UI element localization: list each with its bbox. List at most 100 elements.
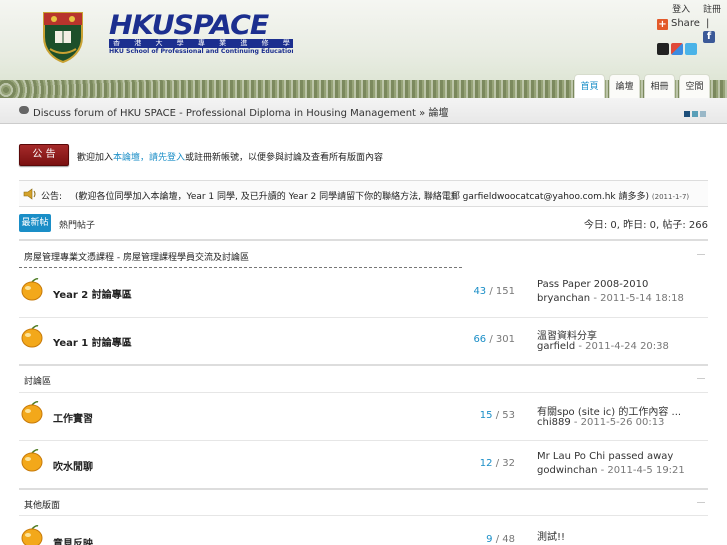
logo-wordmark: HKUSPACE [109,10,269,41]
last-post-title[interactable]: 測試!! [537,528,565,543]
notice-link-login[interactable]: 登入 [167,153,185,163]
post-count: 301 [495,334,515,345]
thread-count: 66 [473,334,487,345]
share-separator: | [706,18,710,29]
last-post-time: 2011-4-5 19:21 [607,465,685,476]
google-icon[interactable] [671,43,683,55]
collapse-icon[interactable] [697,378,705,379]
share-widget[interactable]: + Share | [657,18,709,30]
forum-apple-icon [21,401,43,424]
twitter-icon[interactable] [685,43,697,55]
theme-dot-icon[interactable] [692,111,698,117]
dashed-divider [19,267,462,268]
login-link[interactable]: 登入 [672,5,690,15]
tab-album[interactable]: 相冊 [644,74,675,98]
notice-button[interactable]: 公 告 [19,144,69,166]
forum-counts: 43 / 151 [473,286,515,297]
site-header: HKUSPACE 香 港 大 學 專 業 進 修 學 院 HKU School … [0,0,727,100]
breadcrumb: Discuss forum of HKU SPACE - Professiona… [0,98,727,124]
notice-text-d: 或註冊新帳號，以便參與討論及查看所有版面內容 [185,153,384,163]
last-post-meta: garfield - 2011-4-24 20:38 [537,341,669,352]
post-count: 151 [495,286,515,297]
last-post-user[interactable]: godwinchan [537,465,597,476]
notice-link-forum[interactable]: 本論壇，請先 [113,153,167,163]
forum-name[interactable]: 工作實習 [53,410,93,425]
announcement-label: 公告: [41,192,63,202]
tab-space[interactable]: 空間 [679,74,710,98]
divider [19,488,708,490]
announcement-bar: 公告: (歡迎各位同學加入本論壇，Year 1 同學, 及已升讀的 Year 2… [19,180,708,207]
hku-crest-logo[interactable] [40,9,86,63]
thread-count: 9 [486,534,493,545]
post-count: 48 [502,534,515,545]
share-plus-icon: + [657,19,668,30]
forum-name[interactable]: 吹水閒聊 [53,458,93,473]
theme-dot-icon[interactable] [684,111,690,117]
thread-count: 43 [473,286,487,297]
tab-home[interactable]: 首頁 [574,74,605,98]
announcement-text[interactable]: (歡迎各位同學加入本論壇，Year 1 同學, 及已升讀的 Year 2 同學請… [75,189,689,202]
last-post-title[interactable]: 有關spo (site ic) 的工作內容 ... [537,403,681,418]
last-post-user[interactable]: garfield [537,341,575,352]
speech-bubble-icon [19,106,29,114]
social-bookmark-icons [657,43,699,55]
forum-row[interactable]: Year 1 討論專區 66 / 301 溫習資料分享 garfield - 2… [19,317,708,365]
collapse-icon[interactable] [697,502,705,503]
last-post-title[interactable]: Pass Paper 2008-2010 [537,279,648,290]
forum-row[interactable]: 吹水閒聊 12 / 32 Mr Lau Po Chi passed away g… [19,440,708,488]
breadcrumb-text[interactable]: Discuss forum of HKU SPACE - Professiona… [33,104,448,119]
forum-row[interactable]: 工作實習 15 / 53 有關spo (site ic) 的工作內容 ... c… [19,393,708,441]
thread-count: 15 [479,410,493,421]
announcement-body: (歡迎各位同學加入本論壇，Year 1 同學, 及已升讀的 Year 2 同學請… [75,192,650,202]
last-post-time: 2011-5-14 18:18 [600,293,684,304]
category-title[interactable]: 房屋管理專業文憑課程 - 房屋管理課程學員交流及討論區 [24,250,249,263]
myspace-icon[interactable] [657,43,669,55]
register-link[interactable]: 註冊 [703,5,721,15]
forum-apple-icon [21,278,43,301]
forum-apple-icon [21,449,43,472]
notice-text: 歡迎加入本論壇，請先登入或註冊新帳號，以便參與討論及查看所有版面內容 [77,150,383,163]
speaker-icon [23,188,36,200]
theme-dot-icon[interactable] [700,111,706,117]
share-label: Share [671,18,700,29]
hkuspace-logo[interactable]: HKUSPACE 香 港 大 學 專 業 進 修 學 院 HKU School … [109,10,293,56]
forum-row[interactable]: Year 2 討論專區 43 / 151 Pass Paper 2008-201… [19,269,708,317]
last-post-meta: godwinchan - 2011-4-5 19:21 [537,465,685,476]
last-post-time: 2011-5-26 00:13 [580,417,665,428]
category-title[interactable]: 討論區 [24,374,51,387]
last-post-time: 2011-4-24 20:38 [585,341,669,352]
divider [19,239,708,241]
logo-english-name: HKU School of Professional and Continuin… [109,48,293,55]
last-post-title[interactable]: Mr Lau Po Chi passed away [537,451,673,462]
forum-name[interactable]: 意見反映 [53,535,93,545]
forum-counts: 66 / 301 [473,334,515,345]
forum-row[interactable]: 意見反映 9 / 48 測試!! [19,516,708,545]
forum-counts: 9 / 48 [486,534,515,545]
forum-apple-icon [21,325,43,348]
forum-counts: 15 / 53 [479,410,515,421]
last-post-user[interactable]: chi889 [537,417,571,428]
notice-text-a: 歡迎加入 [77,153,114,163]
top-links: 登入 註冊 [662,2,721,15]
collapse-icon[interactable] [697,254,705,255]
tab-forum[interactable]: 論壇 [609,74,640,98]
last-post-meta: bryanchan - 2011-5-14 18:18 [537,293,684,304]
forum-stats: 今日: 0, 昨日: 0, 帖子: 266 [583,220,708,231]
announcement-date: (2011-1-7) [651,193,690,201]
forum-name[interactable]: Year 2 討論專區 [53,286,132,301]
post-count: 32 [502,458,515,469]
style-switcher [684,109,708,120]
divider [19,364,708,366]
thread-count: 12 [479,458,493,469]
post-count: 53 [502,410,515,421]
last-post-meta: chi889 - 2011-5-26 00:13 [537,417,665,428]
logo-chinese-name: 香 港 大 學 專 業 進 修 學 院 [109,39,293,48]
latest-posts-button[interactable]: 最新帖子 [19,214,51,246]
facebook-icon[interactable]: f [703,31,715,43]
last-post-title[interactable]: 溫習資料分享 [537,327,597,342]
forum-name[interactable]: Year 1 討論專區 [53,334,132,349]
hot-posts-button[interactable]: 熱門帖子 [59,218,95,231]
last-post-user[interactable]: bryanchan [537,293,590,304]
forum-counts: 12 / 32 [479,458,515,469]
category-title[interactable]: 其他版面 [24,498,60,511]
